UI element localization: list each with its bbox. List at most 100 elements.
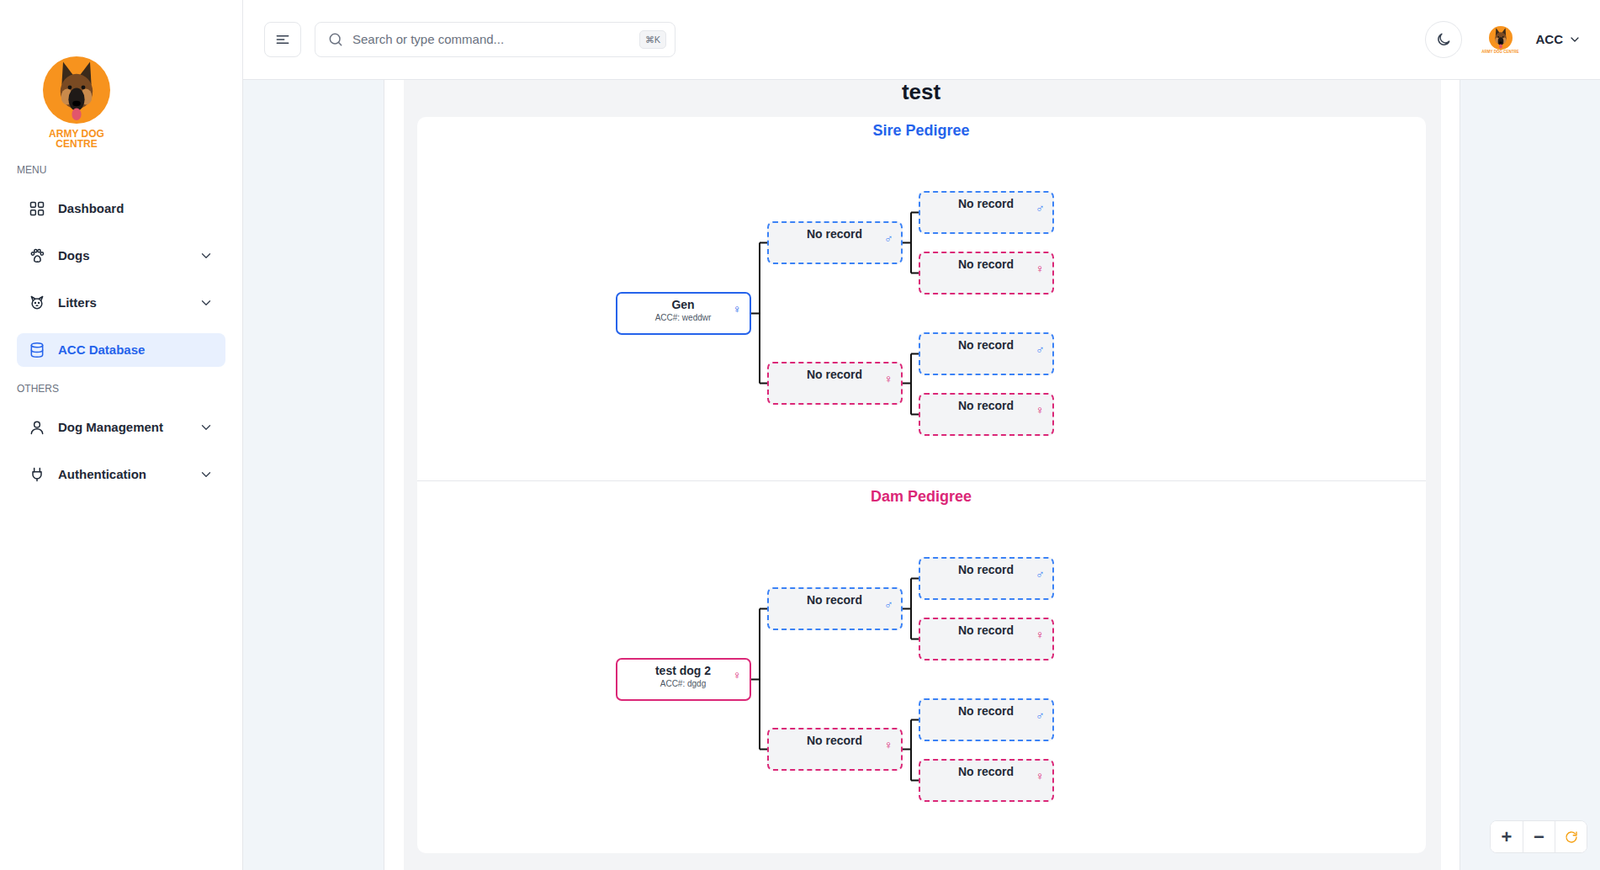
content: test Sire Pedigree GenACC#: weddwr♀ No reco… [243,79,1600,870]
theme-toggle-button[interactable] [1425,21,1463,59]
node-box: No record♂ [918,556,1055,600]
sidebar-item[interactable]: Authentication [16,457,226,492]
node-name: No record [790,367,880,382]
pedigree-section: Sire Pedigree GenACC#: weddwr♀ No record ♂ N… [417,116,1426,481]
sidebar-item[interactable]: Dogs [16,238,226,273]
sex-symbol: ♂ [1035,708,1045,722]
node-acc-number: ACC#: weddwr [639,312,728,324]
sidebar-label: Dogs [58,246,91,266]
pedigree-node[interactable]: No record♂ [767,221,903,265]
sex-symbol: ♀ [1035,768,1045,783]
pedigree-node[interactable]: No record♀ [918,392,1055,436]
sex-symbol: ♂ [1035,342,1045,356]
pedigree-node[interactable]: No record♀ [767,727,903,771]
sex-symbol: ♂ [1035,566,1045,581]
pedigree-tree: GenACC#: weddwr♀ No record ♂ No record ♀ No r… [615,190,1055,436]
search-box: ⌘K [314,21,676,58]
chevron-down-icon [198,466,214,483]
pedigree-section: Dam Pedigree test dog 2ACC#: dgdg♀ No reco… [417,480,1426,853]
node-name: No record [942,398,1031,414]
node-name: No record [942,704,1031,719]
pedigree-title: Dam Pedigree [417,484,1426,509]
moon-icon [1435,31,1452,48]
reset-zoom-button[interactable] [1554,821,1587,853]
sidebar-list: Dashboard Dogs Litters ACC Database [0,191,243,367]
pedigree-node[interactable]: No record ♀ [767,361,903,405]
chevron-down-icon [198,295,214,311]
sidebar-item[interactable]: Litters [16,286,226,320]
search-input[interactable] [350,29,633,51]
node-name: No record [790,733,880,748]
pedigree-node[interactable]: No record♀ [918,251,1055,295]
node-box: GenACC#: weddwr♀ [615,291,752,335]
logo-line: ARMY DOG [0,128,154,139]
node-box: No record ♀ [918,617,1055,661]
sidebar-entry: Dog Management [0,410,243,445]
puppy-icon [28,294,46,312]
pedigree-title: Sire Pedigree [417,118,1426,143]
user-menu[interactable]: ACC [1536,30,1583,50]
pedigree-node[interactable]: No record♂ [767,587,903,631]
zoom-controls: +− [1489,820,1588,853]
sidebar-list: Dog Management Authentication [0,410,243,492]
sidebar-entry: Dashboard [0,191,243,226]
node-name: No record [942,338,1031,353]
logo[interactable]: ARMY DOGCENTRE [0,0,154,149]
header: ⌘K ARMY DOG CENTRE ACC [243,0,1600,80]
sidebar-label: Dog Management [58,418,164,438]
sex-symbol: ♂ [1035,201,1045,215]
database-icon [28,341,46,359]
sex-symbol: ♂ [884,597,894,611]
sidebar-item[interactable]: Dashboard [16,191,226,226]
pedigree-node[interactable]: No record ♀ [918,617,1055,661]
pedigree-node[interactable]: test dog 2ACC#: dgdg♀ [615,657,752,701]
chevron-down-icon [1568,32,1582,47]
plug-icon [28,466,46,483]
sidebar-heading: OTHERS [0,382,243,395]
pedigree-node[interactable]: GenACC#: weddwr♀ [615,291,752,335]
node-box: No record♀ [767,727,903,771]
node-box: No record♂ [767,587,903,631]
user-icon [28,418,46,436]
sidebar-entry: Authentication [0,457,243,492]
pedigree-node[interactable]: No record ♂ [918,332,1055,376]
sidebar-label: ACC Database [58,340,145,361]
menu-toggle-button[interactable] [264,21,302,58]
zoom-in-button[interactable]: + [1490,821,1523,853]
header-right: ARMY DOG CENTRE ACC [1425,21,1583,59]
pedigree-title-wrap: Sire Pedigree [417,118,1426,143]
avatar[interactable]: ARMY DOG CENTRE [1486,26,1516,54]
dashboard-icon [28,200,46,218]
sex-symbol: ♀ [732,667,742,682]
user-name: ACC [1536,30,1564,50]
node-box: test dog 2ACC#: dgdg♀ [615,657,752,701]
sidebar-entry: Dogs [0,238,243,273]
node-name: No record [942,623,1031,638]
sex-symbol: ♀ [1035,627,1045,642]
pedigree-node[interactable]: No record ♂ [918,190,1055,234]
sidebar-heading: MENU [0,164,243,176]
page-title: test [417,79,1426,104]
node-name: No record [790,227,880,242]
content-card: test Sire Pedigree GenACC#: weddwr♀ No reco… [383,79,1461,870]
chevron-down-icon [198,248,214,264]
sidebar-item[interactable]: Dog Management [16,410,226,445]
sidebar-entry: ACC Database [0,333,243,367]
node-name: test dog 2 [639,663,728,679]
pedigree-node[interactable]: No record♂ [918,556,1055,600]
sex-symbol: ♀ [884,371,894,386]
logo-line: CENTRE [0,138,154,149]
node-box: No record ♀ [767,361,903,405]
pedigree-node[interactable]: No record ♂ [918,698,1055,742]
node-name: No record [942,196,1031,212]
sidebar-entry: Litters [0,286,243,320]
sidebar-label: Litters [58,293,97,313]
zoom-out-button[interactable]: − [1522,821,1555,853]
sex-symbol: ♀ [1035,261,1045,276]
dog-logo-icon [1488,26,1513,50]
pedigree-tree: test dog 2ACC#: dgdg♀ No record ♂ No record… [615,556,1055,802]
pedigree-node[interactable]: No record♀ [918,758,1055,802]
sidebar-item[interactable]: ACC Database [16,333,226,367]
paw-icon [28,247,46,265]
node-box: No record ♂ [918,698,1055,742]
